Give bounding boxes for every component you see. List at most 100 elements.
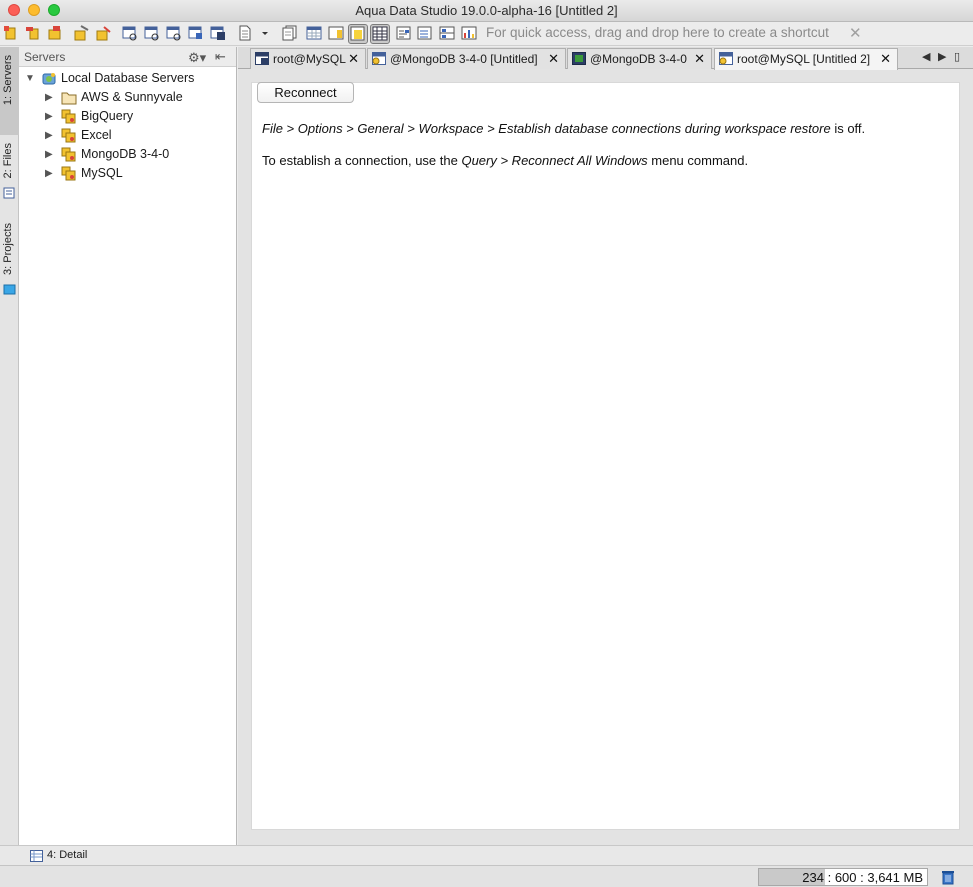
query-window-icon (255, 52, 269, 65)
main-toolbar: For quick access, drag and drop here to … (0, 22, 973, 46)
workspace-restore-message: File > Options > General > Workspace > E… (262, 121, 865, 136)
data-compare-icon[interactable] (210, 25, 226, 41)
tab-label: @MongoDB 3-4-0 (590, 52, 687, 66)
register-server-icon[interactable] (47, 25, 63, 41)
folder-icon (61, 92, 77, 105)
options-path: File > Options > General > Workspace > E… (262, 121, 831, 136)
split-view-icon[interactable] (328, 25, 344, 41)
tab-root-mysql[interactable]: root@MySQL ✕ (250, 48, 366, 69)
files-icon (3, 187, 15, 199)
servers-panel-header: Servers ⚙▾ ⇤ (19, 47, 236, 67)
garbage-collect-icon[interactable] (940, 869, 956, 885)
tree-item[interactable]: ▶ Excel (19, 126, 237, 145)
collapsed-arrow-icon[interactable]: ▶ (45, 126, 53, 145)
tab-mongodb[interactable]: @MongoDB 3-4-0 ✕ (567, 48, 712, 69)
new-document-icon[interactable] (237, 25, 253, 41)
gear-icon[interactable]: ⚙▾ (188, 50, 206, 66)
window-zoom-button[interactable] (48, 4, 60, 16)
close-tab-icon[interactable]: ✕ (694, 51, 705, 67)
tab-scroll-right-icon[interactable]: ▶ (938, 50, 946, 63)
expanded-arrow-icon[interactable]: ▼ (25, 69, 35, 88)
window-close-button[interactable] (8, 4, 20, 16)
shortcut-drop-zone[interactable]: For quick access, drag and drop here to … (486, 25, 829, 40)
tab-root-mysql-untitled-2[interactable]: root@MySQL [Untitled 2] ✕ (714, 48, 898, 70)
tab-list-menu-icon[interactable]: ▯ (954, 50, 960, 63)
query-window-icon[interactable] (122, 25, 138, 41)
pivot-view-icon[interactable] (417, 25, 433, 41)
instruction-prefix: To establish a connection, use the (262, 153, 462, 168)
server-group-icon (61, 109, 76, 124)
text-view-icon[interactable] (396, 25, 412, 41)
detail-tab[interactable]: 4: Detail (47, 849, 87, 861)
tab-mongodb-untitled[interactable]: @MongoDB 3-4-0 [Untitled] ✕ (367, 48, 566, 69)
side-tab-files[interactable]: 2: Files (0, 139, 19, 207)
tree-item[interactable]: ▶ MongoDB 3-4-0 (19, 145, 237, 164)
close-tab-icon[interactable]: ✕ (548, 51, 559, 67)
detail-tool-bar: 4: Detail (0, 845, 973, 865)
reconnect-message-panel: Reconnect File > Options > General > Wor… (251, 82, 960, 830)
tree-item-label: MySQL (81, 166, 123, 180)
close-tab-icon[interactable]: ✕ (880, 51, 891, 67)
server-group-icon (61, 166, 76, 181)
collapsed-arrow-icon[interactable]: ▶ (45, 145, 53, 164)
tree-item[interactable]: ▶ BigQuery (19, 107, 237, 126)
title-bar: Aqua Data Studio 19.0.0-alpha-16 [Untitl… (0, 0, 973, 22)
close-tab-icon[interactable]: ✕ (348, 51, 359, 67)
side-tab-projects-label: 3: Projects (2, 223, 14, 275)
tree-root-local-servers[interactable]: ▼ Local Database Servers (19, 69, 237, 88)
shortcut-close-icon[interactable]: ✕ (849, 24, 862, 42)
servers-panel: Servers ⚙▾ ⇤ ▼ Local Database Servers ▶ … (19, 47, 237, 845)
tree-item-label: BigQuery (81, 109, 134, 123)
side-tab-files-label: 2: Files (2, 143, 14, 179)
tab-label: root@MySQL [Untitled 2] (737, 52, 871, 66)
collapsed-arrow-icon[interactable]: ▶ (45, 164, 53, 183)
tab-label: root@MySQL (273, 52, 346, 66)
query-builder-icon[interactable] (166, 25, 182, 41)
chart-view-icon[interactable] (461, 25, 477, 41)
history-icon[interactable] (282, 25, 298, 41)
tree-item[interactable]: ▶ MySQL (19, 164, 237, 183)
collapsed-arrow-icon[interactable]: ▶ (45, 88, 53, 107)
window-minimize-button[interactable] (28, 4, 40, 16)
editor-area: root@MySQL ✕ @MongoDB 3-4-0 [Untitled] ✕… (238, 47, 973, 845)
collapse-panel-icon[interactable]: ⇤ (215, 49, 226, 65)
results-panel-toggle-icon[interactable] (348, 24, 368, 44)
connect-icon[interactable] (73, 25, 89, 41)
server-group-icon (61, 128, 76, 143)
servers-panel-title: Servers (24, 50, 66, 64)
reconnect-button[interactable]: Reconnect (257, 82, 354, 103)
side-tab-projects[interactable]: 3: Projects (0, 215, 19, 299)
tree-item-label: MongoDB 3-4-0 (81, 147, 170, 161)
server-group-icon (61, 147, 76, 162)
table-view-toggle-icon[interactable] (370, 24, 390, 44)
instruction-suffix: menu command. (647, 153, 749, 168)
tree-root-label: Local Database Servers (61, 71, 195, 85)
local-servers-icon (42, 73, 56, 85)
detail-icon (30, 850, 43, 862)
grid-view-icon[interactable] (306, 25, 322, 41)
projects-icon (3, 284, 16, 295)
disconnect-icon[interactable] (95, 25, 111, 41)
record-view-icon[interactable] (439, 25, 455, 41)
server-properties-icon[interactable] (25, 25, 41, 41)
schema-script-icon[interactable] (188, 25, 204, 41)
reconnect-instruction-message: To establish a connection, use the Query… (262, 153, 748, 168)
tree-item-label: Excel (81, 128, 112, 142)
restore-status-text: is off. (830, 121, 866, 136)
tree-item[interactable]: ▶ AWS & Sunnyvale (19, 88, 237, 107)
tab-label: @MongoDB 3-4-0 [Untitled] (390, 52, 538, 66)
side-tab-servers-label: 1: Servers (2, 55, 14, 106)
query-analyzer-icon[interactable] (144, 25, 160, 41)
side-tool-tabs: 1: Servers 2: Files 3: Projects (0, 47, 19, 845)
side-tab-servers[interactable]: 1: Servers (0, 47, 19, 135)
memory-usage-text: 234 : 600 : 3,641 MB (802, 870, 923, 885)
mongodb-shell-icon (572, 52, 586, 65)
status-bar: 234 : 600 : 3,641 MB (0, 865, 973, 887)
new-document-dropdown-icon[interactable] (260, 25, 270, 41)
tab-scroll-left-icon[interactable]: ◀ (922, 50, 930, 63)
query-analyzer-icon (719, 52, 733, 65)
new-server-icon[interactable] (3, 25, 19, 41)
document-tab-strip: root@MySQL ✕ @MongoDB 3-4-0 [Untitled] ✕… (238, 47, 973, 70)
collapsed-arrow-icon[interactable]: ▶ (45, 107, 53, 126)
memory-usage-gauge: 234 : 600 : 3,641 MB (758, 868, 928, 886)
